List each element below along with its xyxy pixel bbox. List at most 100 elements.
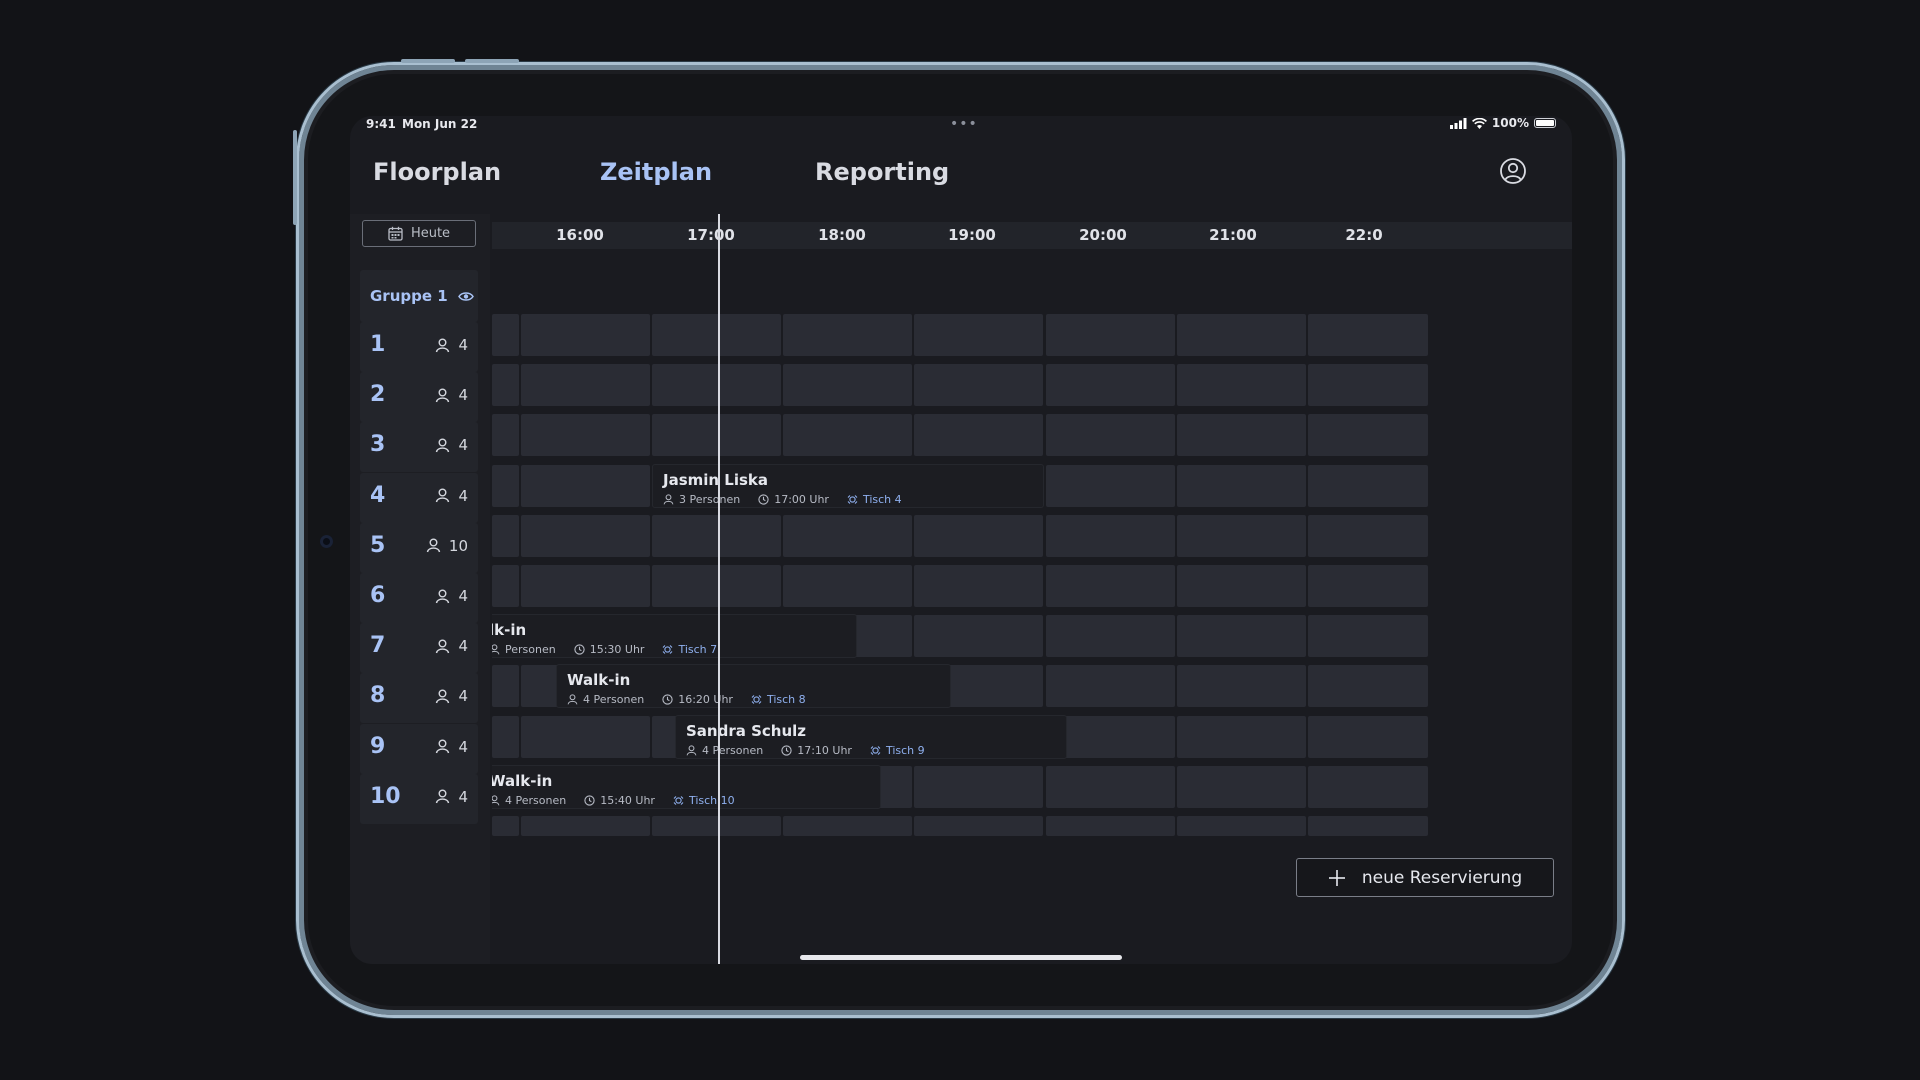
time-slot-cell[interactable] — [1046, 414, 1175, 457]
time-slot-cell[interactable] — [1308, 715, 1428, 758]
time-slot-cell[interactable] — [1308, 464, 1428, 507]
time-slot-cell[interactable] — [1308, 615, 1428, 658]
time-slot-cell[interactable] — [492, 414, 519, 457]
time-slot-cell[interactable] — [783, 314, 912, 356]
tab-floorplan[interactable]: Floorplan — [373, 158, 501, 186]
time-slot-cell[interactable] — [521, 364, 650, 407]
time-slot-cell[interactable] — [521, 414, 650, 457]
time-slot-cell[interactable] — [652, 514, 781, 557]
time-slot-cell[interactable] — [521, 514, 650, 557]
hour-label: 16:00 — [556, 226, 604, 244]
time-slot-cell[interactable] — [914, 615, 1043, 658]
table-row-label[interactable]: 10 4 — [360, 773, 478, 824]
time-slot-cell[interactable] — [492, 364, 519, 407]
reservation-card[interactable]: Jasmin Liska 3 Personen 17:00 Uhr Tisch 4 — [652, 463, 1044, 508]
time-slot-cell[interactable] — [1177, 314, 1306, 356]
time-slot-cell[interactable] — [521, 715, 650, 758]
time-slot-cell[interactable] — [1177, 464, 1306, 507]
time-slot-cell[interactable] — [1308, 665, 1428, 708]
time-slot-cell[interactable] — [1177, 615, 1306, 658]
schedule-grid: 16:00 17:00 18:00 19:00 20:00 21:00 22:0… — [492, 214, 1572, 964]
reservation-card[interactable]: Walk-in 4 Personen 15:40 Uhr Tisch 10 — [492, 764, 881, 809]
time-slot-cell[interactable] — [492, 514, 519, 557]
table-row-label[interactable]: 34 — [360, 422, 478, 473]
time-slot-cell[interactable] — [1308, 816, 1428, 836]
time-slot-cell[interactable] — [1308, 514, 1428, 557]
table-row-label[interactable]: 5 10 — [360, 522, 478, 573]
table-row-label[interactable]: 74 — [360, 623, 478, 674]
time-slot-cell[interactable] — [1177, 414, 1306, 457]
time-slot-cell[interactable] — [914, 816, 1043, 836]
time-slot-cell[interactable] — [1177, 514, 1306, 557]
time-slot-cell[interactable] — [783, 816, 912, 836]
time-slot-cell[interactable] — [914, 314, 1043, 356]
time-slot-cell[interactable] — [652, 314, 781, 356]
time-slot-cell[interactable] — [652, 816, 781, 836]
today-button[interactable]: Heute — [362, 220, 476, 247]
time-slot-cell[interactable] — [521, 816, 650, 836]
time-slot-cell[interactable] — [521, 314, 650, 356]
time-slot-cell[interactable] — [1177, 765, 1306, 808]
time-slot-cell[interactable] — [1308, 765, 1428, 808]
table-row-label[interactable]: 44 — [360, 472, 478, 523]
profile-icon[interactable] — [1500, 158, 1526, 184]
group-header[interactable]: Gruppe 1 — [360, 270, 478, 322]
time-slot-cell[interactable] — [1308, 565, 1428, 607]
time-slot-cell[interactable] — [492, 565, 519, 607]
time-slot-cell[interactable] — [914, 765, 1043, 808]
time-slot-cell[interactable] — [492, 314, 519, 356]
time-slot-cell[interactable] — [914, 364, 1043, 407]
time-slot-cell[interactable] — [783, 514, 912, 557]
reservation-card[interactable]: Sandra Schulz 4 Personen 17:10 Uhr Tisch 9 — [675, 714, 1067, 759]
table-row-label[interactable]: 84 — [360, 673, 478, 724]
time-slot-cell[interactable] — [1046, 314, 1175, 356]
time-slot-cell[interactable] — [652, 414, 781, 457]
time-slot-cell[interactable] — [914, 514, 1043, 557]
time-slot-cell[interactable] — [1046, 565, 1175, 607]
time-slot-cell[interactable] — [1308, 414, 1428, 457]
time-slot-cell[interactable] — [1046, 464, 1175, 507]
time-slot-cell[interactable] — [492, 715, 519, 758]
tab-reporting[interactable]: Reporting — [815, 158, 949, 186]
time-slot-cell[interactable] — [1177, 816, 1306, 836]
time-slot-cell[interactable] — [783, 364, 912, 407]
table-row-label[interactable]: 64 — [360, 573, 478, 623]
time-slot-cell[interactable] — [492, 816, 519, 836]
time-slot-cell[interactable] — [1177, 665, 1306, 708]
time-slot-cell[interactable] — [521, 464, 650, 507]
clock-icon — [584, 795, 595, 806]
time-slot-cell[interactable] — [1177, 364, 1306, 407]
time-slot-cell[interactable] — [783, 414, 912, 457]
time-slot-cell[interactable] — [1177, 715, 1306, 758]
app-screen: 9:41 Mon Jun 22 ••• 100% Floorplan Zeitp… — [350, 116, 1572, 964]
table-row-label[interactable]: 94 — [360, 723, 478, 774]
time-slot-cell[interactable] — [521, 565, 650, 607]
time-slot-cell[interactable] — [492, 665, 519, 708]
time-slot-cell[interactable] — [1308, 314, 1428, 356]
time-slot-cell[interactable] — [914, 414, 1043, 457]
table-number: 9 — [370, 733, 386, 759]
tab-zeitplan[interactable]: Zeitplan — [600, 158, 712, 186]
time-slot-cell[interactable] — [652, 565, 781, 607]
table-row-label[interactable]: 14 — [360, 322, 478, 372]
new-reservation-button[interactable]: neue Reservierung — [1296, 858, 1554, 897]
table-row-label[interactable]: 24 — [360, 372, 478, 423]
capacity-value: 4 — [458, 637, 468, 656]
time-slot-cell[interactable] — [1046, 816, 1175, 836]
table-capacity: 4 — [435, 386, 468, 404]
time-slot-cell[interactable] — [1046, 514, 1175, 557]
time-slot-cell[interactable] — [652, 364, 781, 407]
time-slot-cell[interactable] — [1046, 364, 1175, 407]
reservation-card[interactable]: Walk-in 4 Personen 16:20 Uhr Tisch 8 — [556, 664, 951, 709]
time-slot-cell[interactable] — [1177, 565, 1306, 607]
time-slot-cell[interactable] — [1046, 615, 1175, 658]
time-slot-cell[interactable] — [1046, 765, 1175, 808]
time-slot-cell[interactable] — [1308, 364, 1428, 407]
multitasking-dots-icon[interactable]: ••• — [950, 116, 978, 132]
reservation-card[interactable]: lk-in Personen 15:30 Uhr Tisch 7 — [492, 614, 857, 659]
time-slot-cell[interactable] — [914, 565, 1043, 607]
eye-icon[interactable] — [457, 291, 474, 302]
time-slot-cell[interactable] — [492, 464, 519, 507]
time-slot-cell[interactable] — [783, 565, 912, 607]
time-slot-cell[interactable] — [1046, 665, 1175, 708]
